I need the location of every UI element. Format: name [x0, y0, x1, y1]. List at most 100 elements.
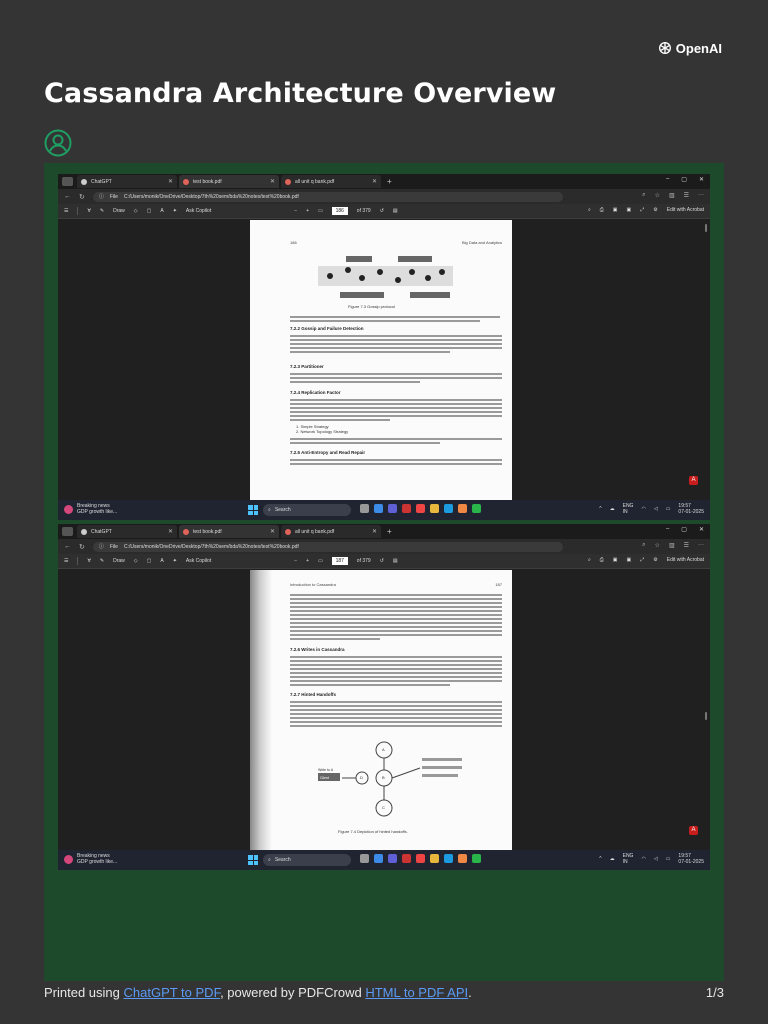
back-icon[interactable]: ← — [64, 543, 71, 550]
whatsapp-icon[interactable] — [472, 854, 481, 863]
save-as-icon[interactable]: ▣ — [627, 207, 632, 213]
battery-icon[interactable]: ▭ — [666, 506, 671, 512]
file-explorer-icon[interactable] — [430, 854, 439, 863]
erase-icon[interactable]: ◇ — [134, 558, 138, 564]
rotate-icon[interactable]: ↺ — [380, 558, 384, 564]
favorites-icon[interactable]: ☰ — [684, 542, 689, 549]
zoom-out-icon[interactable]: − — [294, 558, 297, 564]
volume-icon[interactable]: ◁ — [654, 506, 658, 512]
acrobat-icon[interactable]: A — [689, 476, 698, 485]
search-icon[interactable]: ⌕ — [588, 207, 591, 213]
search-icon[interactable]: ⌕ — [588, 557, 591, 563]
edit-with-acrobat-button[interactable]: Edit with Acrobat — [667, 207, 704, 213]
rotate-icon[interactable]: ↺ — [380, 208, 384, 214]
scroll-thumb[interactable] — [705, 712, 707, 720]
zoom-icon[interactable]: ⌕ — [642, 542, 645, 549]
read-aloud-icon[interactable]: A — [160, 208, 163, 214]
contents-icon[interactable]: ☰ — [64, 208, 68, 214]
close-icon[interactable]: ✕ — [270, 528, 275, 535]
teams-icon[interactable] — [388, 854, 397, 863]
acrobat-icon[interactable]: A — [689, 826, 698, 835]
erase-icon[interactable]: ◇ — [134, 208, 138, 214]
highlight-icon[interactable]: ∀ — [87, 208, 90, 214]
copilot-app-icon[interactable] — [374, 504, 383, 513]
chrome-icon[interactable] — [458, 504, 467, 513]
settings-icon[interactable]: ⚙ — [653, 207, 657, 213]
draw-icon[interactable]: ✎ — [100, 208, 104, 214]
mcafee-icon[interactable] — [402, 854, 411, 863]
profile-icon[interactable] — [62, 177, 73, 186]
scroll-thumb[interactable] — [705, 224, 707, 232]
maximize-icon[interactable]: ▢ — [681, 176, 687, 183]
save-icon[interactable]: ▣ — [613, 207, 618, 213]
copilot-icon[interactable]: ✦ — [173, 208, 177, 214]
draw-button[interactable]: Draw — [113, 558, 125, 564]
windows-start-icon[interactable] — [248, 505, 258, 515]
close-icon[interactable]: ✕ — [168, 178, 173, 185]
page-view-icon[interactable]: ▤ — [393, 558, 398, 564]
url-field[interactable]: ⓘ File C:/Users/monik/OneDrive/Desktop/7th… — [92, 191, 563, 202]
url-field[interactable]: ⓘ File C:/Users/monik/OneDrive/Desktop/7th… — [92, 541, 563, 552]
fullscreen-icon[interactable]: ⤢ — [640, 207, 644, 213]
text-icon[interactable]: ▢ — [147, 558, 152, 564]
profile-icon[interactable] — [62, 527, 73, 536]
wifi-icon[interactable]: ◠ — [641, 856, 645, 862]
zoom-out-icon[interactable]: − — [294, 208, 297, 214]
tab-chatgpt[interactable]: ChatGPT ✕ — [77, 525, 177, 538]
task-view-icon[interactable] — [360, 504, 369, 513]
cloud-icon[interactable]: ☁ — [610, 506, 615, 512]
taskbar-search[interactable]: ⌕ Search — [263, 854, 351, 866]
close-window-icon[interactable]: ✕ — [699, 176, 704, 183]
zoom-in-icon[interactable]: + — [306, 558, 309, 564]
task-view-icon[interactable] — [360, 854, 369, 863]
maximize-icon[interactable]: ▢ — [681, 526, 687, 533]
clock[interactable]: 19:57 07-01-2025 — [678, 503, 704, 515]
close-window-icon[interactable]: ✕ — [699, 526, 704, 533]
copilot-icon[interactable]: ✦ — [173, 558, 177, 564]
text-icon[interactable]: ▢ — [147, 208, 152, 214]
page-number-input[interactable]: 186 — [331, 207, 348, 215]
tab-chatgpt[interactable]: ChatGPT ✕ — [77, 175, 177, 188]
print-icon[interactable]: ⎙ — [600, 207, 604, 213]
page-number-input[interactable]: 187 — [331, 557, 348, 565]
highlight-icon[interactable]: ∀ — [87, 558, 90, 564]
scrollbar[interactable] — [704, 572, 708, 848]
close-icon[interactable]: ✕ — [168, 528, 173, 535]
more-icon[interactable]: ··· — [698, 192, 704, 199]
save-icon[interactable]: ▣ — [613, 557, 618, 563]
tray-chevron-icon[interactable]: ^ — [599, 506, 601, 512]
settings-icon[interactable]: ⚙ — [653, 557, 657, 563]
edit-with-acrobat-button[interactable]: Edit with Acrobat — [667, 557, 704, 563]
zoom-icon[interactable]: ⌕ — [642, 192, 645, 199]
edge-icon[interactable] — [444, 504, 453, 513]
split-icon[interactable]: ▥ — [669, 542, 675, 549]
fullscreen-icon[interactable]: ⤢ — [640, 557, 644, 563]
taskbar-search[interactable]: ⌕ Search — [263, 504, 351, 516]
split-icon[interactable]: ▥ — [669, 192, 675, 199]
draw-button[interactable]: Draw — [113, 208, 125, 214]
news-widget[interactable]: Breaking news GDP growth like... — [64, 503, 117, 515]
favorites-icon[interactable]: ☰ — [684, 192, 689, 199]
more-icon[interactable]: ··· — [698, 542, 704, 549]
wifi-icon[interactable]: ◠ — [641, 506, 645, 512]
read-aloud-icon[interactable]: A — [160, 558, 163, 564]
teams-icon[interactable] — [388, 504, 397, 513]
contents-icon[interactable]: ☰ — [64, 558, 68, 564]
print-icon[interactable]: ⎙ — [600, 557, 604, 563]
tab-test-book[interactable]: test book.pdf ✕ — [179, 525, 279, 538]
tab-q-bank[interactable]: all unit q bank.pdf ✕ — [281, 525, 381, 538]
tab-q-bank[interactable]: all unit q bank.pdf ✕ — [281, 175, 381, 188]
edge-icon[interactable] — [444, 854, 453, 863]
fit-icon[interactable]: ▭ — [318, 558, 323, 564]
close-icon[interactable]: ✕ — [372, 178, 377, 185]
cloud-icon[interactable]: ☁ — [610, 856, 615, 862]
html-to-pdf-api-link[interactable]: HTML to PDF API — [365, 985, 468, 1000]
tray-chevron-icon[interactable]: ^ — [599, 856, 601, 862]
save-as-icon[interactable]: ▣ — [627, 557, 632, 563]
office-icon[interactable] — [416, 854, 425, 863]
chatgpt-to-pdf-link[interactable]: ChatGPT to PDF — [124, 985, 221, 1000]
refresh-icon[interactable]: ↻ — [79, 193, 85, 201]
scrollbar[interactable] — [704, 222, 708, 498]
draw-icon[interactable]: ✎ — [100, 558, 104, 564]
zoom-in-icon[interactable]: + — [306, 208, 309, 214]
